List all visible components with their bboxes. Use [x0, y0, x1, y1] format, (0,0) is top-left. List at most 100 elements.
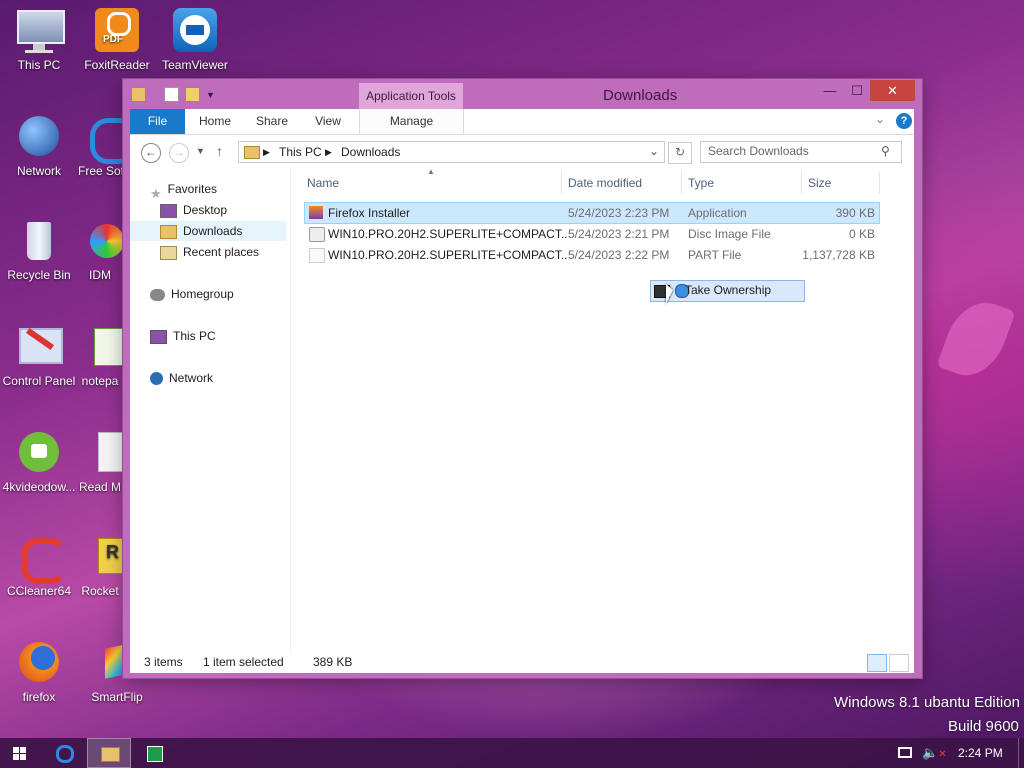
nav-downloads[interactable]: Downloads — [130, 221, 286, 241]
start-button[interactable] — [0, 738, 44, 768]
content-area: ★ Favorites Desktop Downloads Recent plac… — [130, 167, 914, 651]
teamviewer-icon — [171, 6, 219, 54]
show-desktop-button[interactable] — [1018, 738, 1024, 768]
column-separator[interactable] — [801, 172, 802, 194]
nav-favorites[interactable]: ★ Favorites — [150, 179, 217, 201]
network-tray-icon[interactable] — [898, 747, 912, 758]
desktop-icon-firefox[interactable]: firefox — [0, 638, 78, 704]
column-separator[interactable] — [879, 172, 880, 194]
column-separator[interactable] — [561, 172, 562, 194]
tab-view[interactable]: View — [306, 109, 350, 134]
search-icon[interactable]: ⚲ — [881, 144, 890, 158]
file-row[interactable]: WIN10.PRO.20H2.SUPERLITE+COMPACT... 5/24… — [305, 245, 879, 265]
idm-icon — [84, 216, 122, 264]
forward-button[interactable]: → — [169, 143, 189, 163]
large-icons-view-button[interactable] — [889, 654, 909, 672]
minimize-button[interactable]: — — [816, 81, 844, 101]
breadcrumb-this-pc[interactable]: This PC — [279, 145, 322, 159]
close-button[interactable]: ✕ — [870, 80, 915, 101]
ribbon-expand-chevron-icon[interactable]: ⌄ — [875, 112, 885, 126]
cloud-download-icon — [15, 428, 63, 476]
column-header-size[interactable]: Size — [808, 174, 831, 192]
refresh-button[interactable]: ↻ — [668, 142, 692, 164]
nav-this-pc[interactable]: This PC — [150, 326, 216, 346]
taskbar-clock[interactable]: 2:24 PM — [958, 746, 1003, 760]
tab-application-tools[interactable]: Application Tools — [359, 83, 463, 109]
taskbar-store[interactable] — [132, 738, 176, 768]
column-header-name[interactable]: Name — [307, 174, 339, 192]
properties-icon[interactable] — [164, 87, 179, 102]
taskbar-internet-explorer[interactable] — [42, 738, 86, 768]
navigation-pane[interactable]: ★ Favorites Desktop Downloads Recent plac… — [130, 167, 291, 651]
manage-tab-container: Manage — [359, 109, 464, 134]
maximize-button[interactable]: ☐ — [843, 81, 871, 101]
up-arrow-icon[interactable]: ↑ — [216, 143, 223, 159]
desktop-icon-idm[interactable]: IDM — [78, 216, 122, 282]
chevron-down-icon[interactable]: ▼ — [206, 90, 215, 100]
recent-locations-chevron-icon[interactable]: ▼ — [196, 146, 205, 156]
column-separator[interactable] — [681, 172, 682, 194]
desktop-icon-control-panel[interactable]: Control Panel — [0, 322, 78, 388]
nav-network[interactable]: Network — [150, 368, 213, 388]
windows-logo-icon — [13, 747, 26, 760]
desktop-icon — [160, 203, 177, 218]
status-selected-size: 389 KB — [313, 655, 353, 669]
desktop-icon-recycle-bin[interactable]: Recycle Bin — [0, 216, 78, 282]
desktop-icon-rocket[interactable]: R Rocket — [78, 532, 122, 598]
desktop-icon-ccleaner[interactable]: CCleaner64 — [0, 532, 78, 598]
title-bar[interactable]: ▼ Application Tools Downloads — ☐ ✕ — [123, 79, 922, 109]
firefox-icon — [15, 638, 63, 686]
desktop-icon-this-pc[interactable]: This PC — [0, 6, 78, 72]
explorer-window[interactable]: ▼ Application Tools Downloads — ☐ ✕ File… — [123, 79, 922, 678]
breadcrumb-downloads[interactable]: Downloads — [341, 145, 400, 159]
help-icon[interactable]: ? — [896, 113, 912, 129]
nav-label: Homegroup — [171, 287, 234, 301]
edition-text: Windows 8.1 ubantu Edition — [834, 694, 1020, 711]
taskbar-file-explorer[interactable] — [87, 738, 131, 768]
disc-image-icon — [309, 227, 325, 242]
desktop-icon-4kvideodownloader[interactable]: 4kvideodow... — [0, 428, 78, 494]
desktop-icon-network[interactable]: Network — [0, 112, 78, 178]
desktop-icon-label: notepa — [81, 374, 119, 388]
address-dropdown-chevron-icon[interactable]: ⌄ — [649, 144, 659, 158]
internet-explorer-icon — [86, 112, 122, 164]
build-text: Build 9600 — [948, 718, 1019, 735]
file-row[interactable]: Firefox Installer 5/24/2023 2:23 PM Appl… — [304, 202, 880, 224]
desktop-icon-teamviewer[interactable]: TeamViewer — [156, 6, 234, 72]
desktop-icon-label: Recycle Bin — [7, 268, 71, 282]
search-box[interactable]: ⚲ — [700, 141, 902, 163]
nav-recent-places[interactable]: Recent places — [160, 242, 259, 262]
star-icon: ★ — [150, 185, 162, 201]
desktop-icon-label: TeamViewer — [162, 58, 228, 72]
desktop-icon-free-sof[interactable]: Free Sof — [78, 112, 122, 178]
desktop-icon-notepad[interactable]: notepa — [78, 322, 122, 388]
nav-label: Recent places — [183, 245, 260, 259]
new-folder-icon[interactable] — [185, 87, 200, 102]
notepad-icon — [86, 322, 122, 370]
search-input[interactable] — [701, 142, 878, 160]
folder-icon[interactable] — [131, 87, 146, 102]
store-icon — [147, 746, 163, 762]
file-list[interactable]: Name ▲ Date modified Type Size Firefox I… — [291, 167, 914, 651]
file-row[interactable]: WIN10.PRO.20H2.SUPERLITE+COMPACT... 5/24… — [305, 224, 879, 244]
volume-muted-icon[interactable]: 🔈✕ — [922, 745, 947, 761]
monitor-icon — [15, 6, 65, 54]
take-ownership-menu-item[interactable]: Take Ownership — [650, 280, 805, 302]
nav-homegroup[interactable]: Homegroup — [150, 284, 234, 304]
back-button[interactable]: ← — [141, 143, 161, 163]
desktop-icon-read-me[interactable]: Read M — [78, 428, 122, 494]
desktop-icon-label: 4kvideodow... — [2, 480, 76, 494]
downloads-folder-icon — [160, 224, 177, 239]
column-header-type[interactable]: Type — [688, 174, 714, 192]
details-view-button[interactable] — [867, 654, 887, 672]
desktop-icon-foxitreader[interactable]: PDF FoxitReader — [78, 6, 156, 72]
address-bar[interactable]: ▶ This PC ▶ Downloads ⌄ — [238, 141, 665, 163]
tab-home[interactable]: Home — [192, 109, 238, 134]
tab-share[interactable]: Share — [250, 109, 294, 134]
column-header-date-modified[interactable]: Date modified — [568, 174, 642, 192]
nav-desktop[interactable]: Desktop — [160, 200, 227, 220]
tab-file[interactable]: File — [130, 109, 185, 134]
globe-icon — [150, 372, 163, 386]
rocket-icon: R — [88, 532, 122, 580]
tab-manage[interactable]: Manage — [360, 109, 463, 134]
